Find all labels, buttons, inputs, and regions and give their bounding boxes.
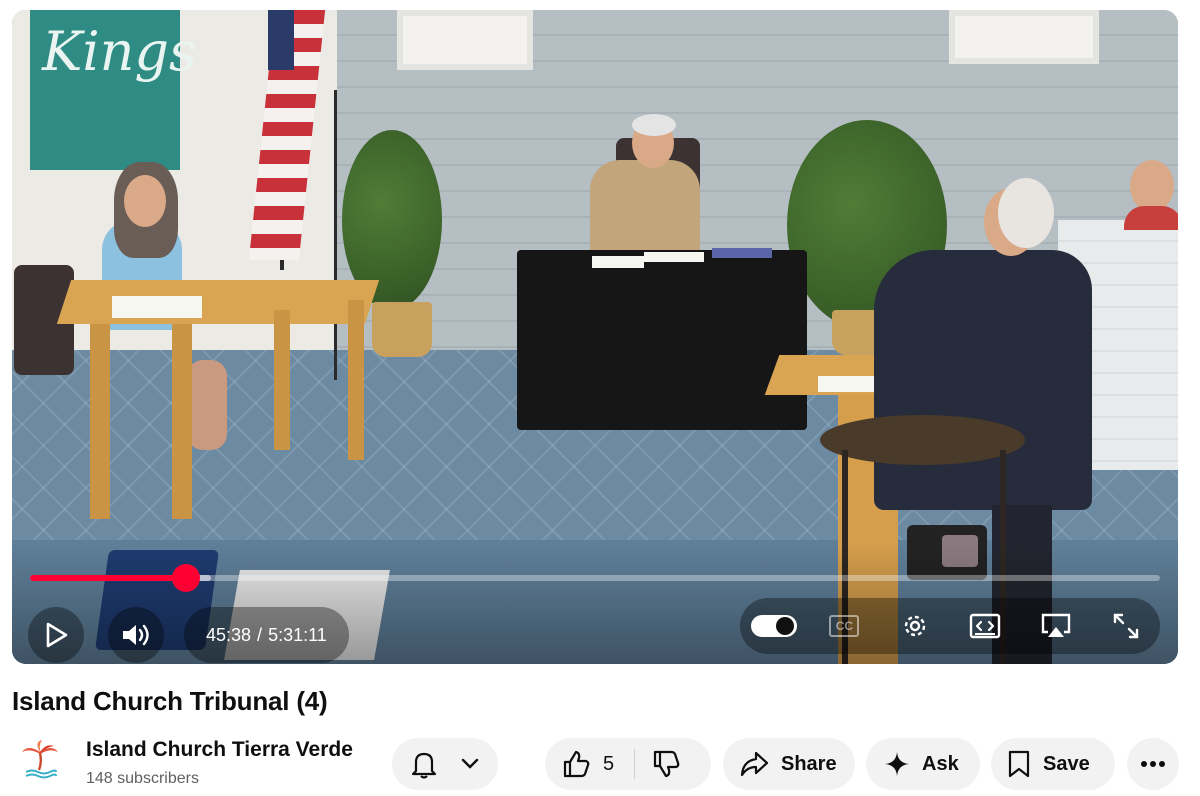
save-label: Save [1043,752,1090,775]
bell-icon [411,752,437,779]
ask-button[interactable]: Ask [866,738,980,790]
like-count: 5 [603,752,615,775]
more-horizontal-icon [1141,761,1165,767]
fullscreen-button[interactable] [1098,598,1154,654]
desk-leg [172,324,192,519]
papers [644,252,704,262]
observer-head [1130,160,1174,212]
expand-icon [1113,613,1139,639]
black-table [517,250,807,430]
current-time: 45:38 [206,624,252,645]
subtitles-button[interactable]: CC [816,598,872,654]
observer-shirt [1124,206,1178,230]
settings-button[interactable] [887,598,943,654]
channel-avatar[interactable] [16,736,64,784]
binder [112,296,202,318]
save-button[interactable]: Save [991,738,1115,790]
channel-name[interactable]: Island Church Tierra Verde [86,738,353,762]
folder [712,248,772,258]
volume-icon [108,607,164,663]
wall-frame [949,10,1099,64]
volume-button[interactable] [108,607,164,663]
subscriber-count: 148 subscribers [86,770,199,787]
thumbs-down-icon [654,750,680,778]
palm-tree-logo [22,740,58,779]
right-controls: CC [740,598,1160,654]
duration: 5:31:11 [268,624,327,645]
judge-jacket [590,160,700,255]
flag-canton [268,10,294,70]
witness-head [124,175,166,227]
play-button[interactable] [28,607,84,663]
autoplay-switch [751,615,797,637]
play-icon [28,607,84,663]
ask-label: Ask [922,752,959,775]
play-icon [776,617,794,635]
notifications-button[interactable] [392,738,498,790]
desk-leg [90,324,110,519]
autoplay-toggle[interactable] [746,598,802,654]
round-side-table [820,415,1025,465]
desk-leg [274,310,290,450]
share-button[interactable]: Share [723,738,855,790]
more-actions-button[interactable] [1127,738,1179,790]
miniplayer-icon [969,613,1001,639]
progress-scrubber-handle[interactable] [171,564,200,592]
share-label: Share [781,752,837,775]
wall-frame [397,10,533,70]
gear-icon [904,615,925,637]
miniplayer-button[interactable] [957,598,1013,654]
desk-leg [348,300,364,460]
speaker-hair [998,178,1054,248]
papers [592,256,644,268]
cast-button[interactable] [1028,598,1084,654]
notes [818,376,878,392]
video-player[interactable]: Kings 45:38 / 5:31:11 CC [12,10,1178,664]
chevron-down-icon [461,758,479,769]
judge-hair [632,114,676,136]
time-separator: / [257,624,263,645]
share-icon [740,751,769,777]
like-dislike-group: 5 [545,738,711,790]
wooden-desk [56,280,380,324]
progress-bar[interactable] [30,564,1160,592]
dislike-button[interactable] [635,738,697,790]
time-display[interactable]: 45:38 / 5:31:11 [184,607,349,663]
sparkle-icon [885,752,909,776]
progress-played [30,575,186,581]
thumbs-up-icon [563,750,590,778]
bookmark-icon [1008,750,1030,778]
like-button[interactable]: 5 [545,738,634,790]
cc-icon: CC [829,615,860,637]
camera-tripod [334,90,337,380]
video-title: Island Church Tribunal (4) [12,686,328,716]
witness-legs [187,360,227,450]
banner-text: Kings [42,20,197,83]
speaker-suit [874,250,1092,510]
airplay-icon [1041,613,1070,637]
plant-pot [372,302,432,357]
